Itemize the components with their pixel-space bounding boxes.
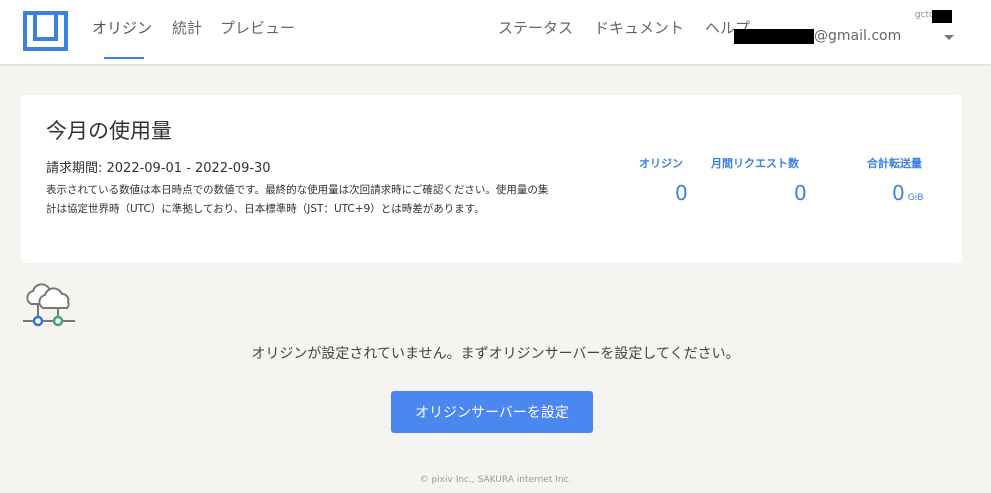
cloud-network-icon	[23, 283, 75, 327]
usage-summary-card: 今月の使用量 請求期間: 2022-09-01 - 2022-09-30 表示さ…	[21, 95, 962, 263]
usage-note: 表示されている数値は本日時点での数値です。最終的な使用量は次回請求時にご確認くだ…	[46, 184, 549, 215]
nav-tab-preview[interactable]: プレビュー	[220, 18, 295, 38]
stat-value-requests: 0	[794, 181, 807, 205]
stat-value-transfer: 0 GiB	[892, 181, 923, 205]
nav-link-docs[interactable]: ドキュメント	[594, 18, 684, 38]
empty-state-message: オリジンが設定されていません。まずオリジンサーバーを設定してください。	[251, 346, 740, 362]
stat-label-origins: オリジン	[639, 157, 683, 170]
stat-unit: GiB	[907, 193, 924, 203]
nav-tab-origin[interactable]: オリジン	[92, 18, 152, 38]
active-tab-indicator	[104, 57, 144, 59]
nav-tab-stats[interactable]: 統計	[172, 18, 202, 38]
nav-link-status[interactable]: ステータス	[498, 18, 573, 38]
stat-label-transfer: 合計転送量	[867, 157, 922, 170]
top-navigation-bar: オリジン 統計 プレビュー ステータス ドキュメント ヘルプ gctc @gma…	[0, 0, 991, 64]
footer-copyright: © pixiv Inc., SAKURA internet Inc.	[419, 475, 572, 485]
configure-origin-button[interactable]: オリジンサーバーを設定	[391, 391, 593, 433]
stat-value-origins: 0	[675, 181, 688, 205]
caret-down-icon[interactable]	[944, 35, 954, 40]
account-menu[interactable]: gctc @gmail.com	[734, 8, 954, 52]
stat-number: 0	[892, 181, 905, 205]
stat-label-requests: 月間リクエスト数	[711, 157, 799, 170]
redaction-block	[932, 10, 952, 23]
redaction-block	[734, 29, 814, 44]
card-title: 今月の使用量	[46, 119, 172, 143]
logo-icon[interactable]	[23, 11, 68, 51]
account-email: @gmail.com	[814, 28, 902, 44]
billing-period: 請求期間: 2022-09-01 - 2022-09-30	[46, 161, 271, 176]
